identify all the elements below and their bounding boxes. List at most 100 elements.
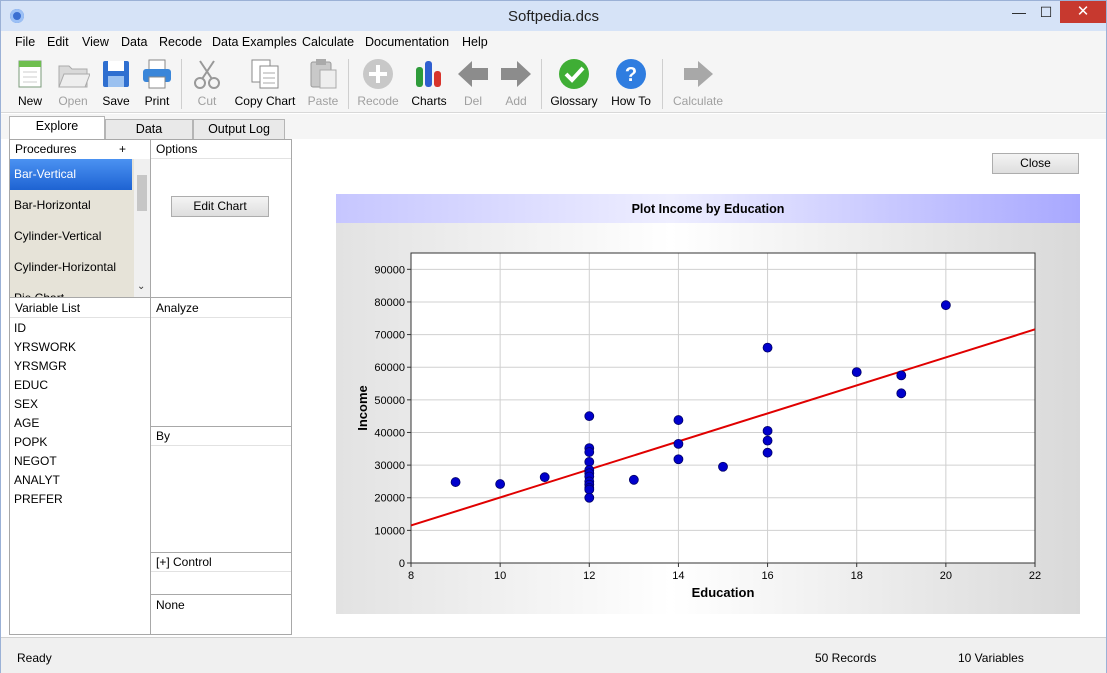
menu-file[interactable]: File <box>15 35 35 49</box>
y-tick-label: 60000 <box>374 362 405 374</box>
y-tick-label: 20000 <box>374 493 405 505</box>
analyze-header: Analyze <box>156 301 199 315</box>
chevron-down-icon[interactable]: ⌄ <box>137 281 145 292</box>
variable-item[interactable]: POPK <box>14 435 47 449</box>
copy-chart-button[interactable]: Copy Chart <box>233 57 297 108</box>
x-tick-label: 8 <box>408 570 414 582</box>
cut-button[interactable]: Cut <box>190 57 224 108</box>
data-point <box>539 472 550 483</box>
close-chart-button[interactable]: Close <box>992 153 1079 174</box>
recode-button[interactable]: Recode <box>357 57 399 108</box>
new-button[interactable]: New <box>13 57 47 108</box>
tab-explore[interactable]: Explore <box>9 116 105 140</box>
window-title: Softpedia.dcs <box>508 8 599 25</box>
glossary-button[interactable]: Glossary <box>550 57 598 108</box>
procedure-item-bar-vertical[interactable]: Bar-Vertical <box>10 159 132 190</box>
procedures-scrollbar[interactable]: ⌄ <box>134 159 150 297</box>
data-point <box>584 484 595 495</box>
menu-documentation[interactable]: Documentation <box>365 35 449 49</box>
variable-list-panel: Variable List ID YRSWORK YRSMGR EDUC SEX… <box>9 297 151 635</box>
y-tick-label: 10000 <box>374 525 405 537</box>
procedure-item-pie-chart[interactable]: Pie Chart <box>10 283 132 297</box>
x-axis-label: Education <box>692 585 755 600</box>
y-tick-label: 70000 <box>374 330 405 342</box>
status-bar: Ready 50 Records 10 Variables <box>1 637 1106 673</box>
menu-data[interactable]: Data <box>121 35 147 49</box>
options-panel: Options Edit Chart <box>150 139 292 298</box>
add-procedure-button[interactable]: + <box>119 142 126 156</box>
calculate-button[interactable]: Calculate <box>672 57 724 108</box>
variable-item[interactable]: YRSWORK <box>14 340 76 354</box>
copy-chart-label: Copy Chart <box>234 94 296 108</box>
recode-label: Recode <box>357 94 399 108</box>
save-icon <box>99 57 133 91</box>
y-axis-label: Income <box>355 385 370 431</box>
data-point <box>896 388 907 399</box>
open-button[interactable]: Open <box>56 57 91 108</box>
variable-item[interactable]: ANALYT <box>14 473 60 487</box>
data-point <box>896 370 907 381</box>
x-tick-label: 20 <box>940 570 952 582</box>
control-header[interactable]: [+] Control <box>156 555 212 569</box>
cut-icon <box>190 57 224 91</box>
data-point <box>584 447 595 457</box>
edit-chart-button[interactable]: Edit Chart <box>171 196 269 217</box>
charts-button[interactable]: Charts <box>411 57 447 108</box>
application-window: Softpedia.dcs — ☐ ✕ File Edit View Data … <box>0 0 1107 673</box>
copy-icon <box>248 57 282 91</box>
control-value-panel[interactable]: None <box>150 594 292 635</box>
tab-output-log[interactable]: Output Log <box>193 119 285 140</box>
variable-item[interactable]: PREFER <box>14 492 63 506</box>
menu-view[interactable]: View <box>82 35 109 49</box>
paste-label: Paste <box>307 94 339 108</box>
add-button[interactable]: Add <box>499 57 533 108</box>
maximize-button[interactable]: ☐ <box>1032 1 1060 23</box>
data-point <box>584 456 595 467</box>
x-tick-label: 12 <box>583 570 595 582</box>
paste-button[interactable]: Paste <box>306 57 340 108</box>
data-point <box>851 367 862 378</box>
tab-data[interactable]: Data <box>105 119 193 140</box>
variable-item[interactable]: ID <box>14 321 26 335</box>
y-tick-label: 40000 <box>374 427 405 439</box>
print-label: Print <box>144 94 170 108</box>
by-panel[interactable]: By <box>150 426 292 553</box>
data-point <box>584 411 595 422</box>
menu-edit[interactable]: Edit <box>47 35 69 49</box>
y-tick-label: 0 <box>399 558 405 570</box>
data-point <box>584 492 595 503</box>
scatter-plot: 8 10 12 14 16 18 20 22 0 10000 20000 30000 40000 5000… <box>355 252 1041 600</box>
title-bar: Softpedia.dcs — ☐ ✕ <box>1 1 1106 31</box>
menu-calculate[interactable]: Calculate <box>302 35 354 49</box>
save-button[interactable]: Save <box>99 57 133 108</box>
tab-strip: Explore Data Output Log <box>1 114 1106 140</box>
how-to-button[interactable]: ? How To <box>608 57 654 108</box>
x-tick-label: 16 <box>761 570 773 582</box>
control-panel[interactable]: [+] Control <box>150 552 292 595</box>
menu-recode[interactable]: Recode <box>159 35 202 49</box>
del-button[interactable]: Del <box>456 57 490 108</box>
data-point <box>673 415 684 425</box>
minimize-button[interactable]: — <box>1005 1 1033 23</box>
variable-item[interactable]: EDUC <box>14 378 48 392</box>
analyze-panel[interactable]: Analyze <box>150 297 292 427</box>
arrow-right-icon <box>499 57 533 91</box>
close-window-button[interactable]: ✕ <box>1060 1 1106 23</box>
print-button[interactable]: Print <box>140 57 174 108</box>
menu-data-examples[interactable]: Data Examples <box>212 35 297 49</box>
menu-help[interactable]: Help <box>462 35 488 49</box>
control-value: None <box>156 598 185 612</box>
procedure-item-bar-horizontal[interactable]: Bar-Horizontal <box>10 190 132 221</box>
y-tick-label: 50000 <box>374 395 405 407</box>
cut-label: Cut <box>197 94 217 108</box>
variable-item[interactable]: YRSMGR <box>14 359 67 373</box>
variable-item[interactable]: NEGOT <box>14 454 57 468</box>
data-point <box>762 342 773 353</box>
variable-item[interactable]: AGE <box>14 416 39 430</box>
scrollbar-thumb[interactable] <box>137 175 147 211</box>
toolbar-separator <box>348 59 349 109</box>
glossary-check-icon <box>557 57 591 91</box>
procedure-item-cylinder-horizontal[interactable]: Cylinder-Horizontal <box>10 252 132 283</box>
procedure-item-cylinder-vertical[interactable]: Cylinder-Vertical <box>10 221 132 252</box>
variable-item[interactable]: SEX <box>14 397 38 411</box>
